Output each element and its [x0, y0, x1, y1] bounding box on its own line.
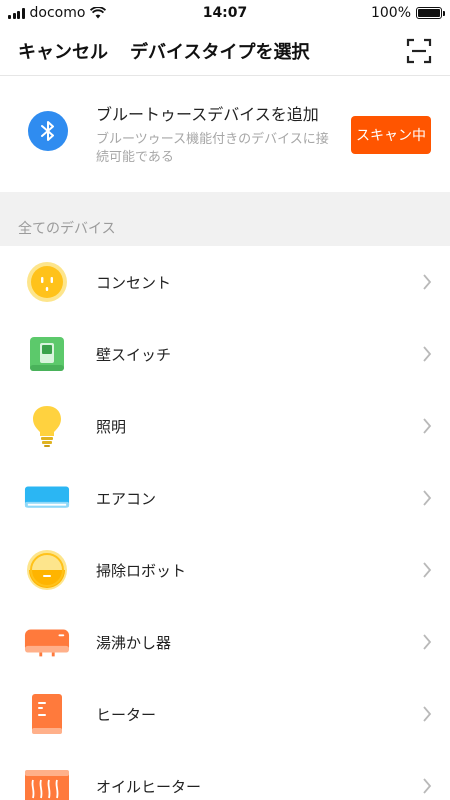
device-label: 壁スイッチ — [96, 346, 172, 364]
device-label: コンセント — [96, 274, 172, 292]
bluetooth-icon — [28, 111, 68, 151]
nav-bar: キャンセル デバイスタイプを選択 — [0, 26, 450, 76]
heater-icon — [24, 694, 70, 734]
device-item-wall-switch[interactable]: 壁スイッチ — [0, 318, 450, 390]
device-item-outlet[interactable]: コンセント — [0, 246, 450, 318]
device-item-robot-vacuum[interactable]: 掃除ロボット — [0, 534, 450, 606]
chevron-right-icon — [423, 634, 432, 650]
wifi-icon — [90, 7, 107, 19]
status-right: 100% — [370, 5, 445, 21]
chevron-right-icon — [423, 346, 432, 362]
chevron-right-icon — [423, 274, 432, 290]
battery-icon — [416, 7, 445, 19]
device-label: ヒーター — [96, 706, 157, 724]
chevron-right-icon — [423, 562, 432, 578]
device-item-oil-heater[interactable]: オイルヒーター — [0, 750, 450, 800]
page-title: デバイスタイプを選択 — [130, 42, 310, 63]
chevron-right-icon — [423, 418, 432, 434]
chevron-right-icon — [423, 490, 432, 506]
device-item-light[interactable]: 照明 — [0, 390, 450, 462]
signal-icon — [8, 7, 25, 19]
bluetooth-card: ブルートゥースデバイスを追加 ブルーツゥース機能付きのデバイスに接続可能である … — [0, 77, 450, 192]
carrier-name: docomo — [29, 5, 86, 21]
water-heater-icon — [24, 622, 70, 662]
scanning-button[interactable]: スキャン中 — [351, 116, 431, 154]
device-item-heater[interactable]: ヒーター — [0, 678, 450, 750]
status-bar: docomo 14:07 100% — [0, 0, 450, 26]
bluetooth-title: ブルートゥースデバイスを追加 — [96, 105, 319, 124]
battery-percent: 100% — [370, 5, 411, 21]
section-header: 全てのデバイス — [0, 192, 450, 246]
device-label: 照明 — [96, 418, 127, 436]
chevron-right-icon — [423, 706, 432, 722]
bluetooth-description: ブルーツゥース機能付きのデバイスに接続可能である — [96, 132, 329, 165]
device-list: コンセント 壁スイッチ 照明 エアコン 掃除ロボット 湯沸かし器 ヒーター オイ… — [0, 246, 450, 800]
oil-heater-icon — [24, 766, 70, 800]
device-label: エアコン — [96, 490, 157, 508]
device-label: 湯沸かし器 — [96, 634, 172, 652]
wall-switch-icon — [24, 334, 70, 374]
cancel-button[interactable]: キャンセル — [18, 38, 108, 64]
device-label: オイルヒーター — [96, 778, 202, 796]
chevron-right-icon — [423, 778, 432, 794]
status-left: docomo — [8, 5, 107, 21]
light-bulb-icon — [24, 406, 70, 447]
device-item-water-heater[interactable]: 湯沸かし器 — [0, 606, 450, 678]
robot-vacuum-icon — [24, 550, 70, 590]
device-label: 掃除ロボット — [96, 562, 187, 580]
outlet-icon — [24, 262, 70, 302]
scan-icon[interactable] — [406, 38, 432, 64]
air-conditioner-icon — [24, 478, 70, 518]
section-title: 全てのデバイス — [18, 221, 116, 237]
device-item-air-conditioner[interactable]: エアコン — [0, 462, 450, 534]
